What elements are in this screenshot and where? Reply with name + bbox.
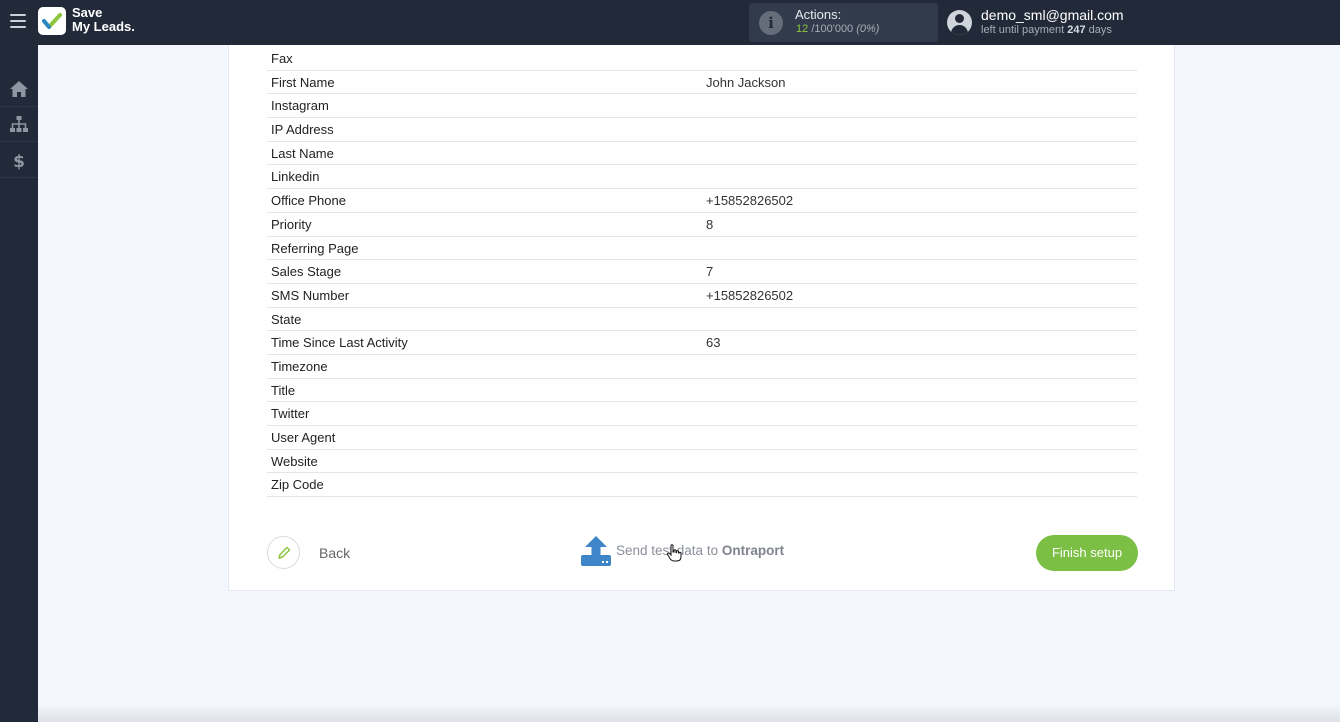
bottom-shadow (38, 705, 1340, 722)
payment-info: left until payment 247 days (981, 24, 1112, 36)
logo-line-1: Save (72, 5, 103, 20)
sidebar: $ (0, 45, 38, 722)
field-row: Priority 8 (267, 213, 1137, 237)
dollar-icon: $ (13, 152, 25, 171)
payment-days: 247 (1067, 24, 1086, 36)
field-row: State (267, 308, 1137, 332)
field-value: 7 (706, 264, 714, 280)
field-row: Zip Code (267, 473, 1137, 498)
field-label: Referring Page (271, 240, 359, 256)
field-value: +15852826502 (706, 287, 794, 303)
field-label: First Name (271, 74, 335, 90)
user-email[interactable]: demo_sml@gmail.com (981, 7, 1124, 23)
pencil-icon (278, 546, 291, 559)
field-row: SMS Number +15852826502 (267, 284, 1137, 308)
actions-percent: (0%) (856, 23, 880, 35)
menu-icon[interactable] (10, 14, 26, 30)
send-test-data-label: Send test data to Ontraport (616, 543, 784, 558)
field-label: Fax (271, 51, 293, 66)
field-row: Timezone (267, 355, 1137, 379)
info-icon: i (759, 11, 783, 35)
logo-line-2: My Leads. (72, 19, 135, 34)
field-row: Referring Page (267, 237, 1137, 261)
field-label: Time Since Last Activity (271, 335, 408, 351)
top-bar: Save My Leads. i Actions: 12 /100'000 (0… (0, 0, 1340, 45)
logo-text[interactable]: Save My Leads. (72, 6, 135, 34)
field-row: Twitter (267, 402, 1137, 426)
actions-count: 12 /100'000 (0%) (796, 23, 879, 35)
field-row: Sales Stage 7 (267, 260, 1137, 284)
field-value: John Jackson (706, 74, 786, 90)
field-label: Priority (271, 216, 312, 232)
hand-cursor-icon (666, 544, 682, 562)
logo-icon[interactable] (38, 7, 66, 35)
sidebar-item-home[interactable] (0, 72, 38, 107)
home-icon (10, 81, 28, 97)
back-circle[interactable] (267, 536, 300, 569)
finish-setup-button[interactable]: Finish setup (1036, 535, 1138, 571)
svg-text:$: $ (13, 152, 25, 171)
field-label: Website (271, 453, 318, 469)
send-test-data-button[interactable]: Send test data to Ontraport (580, 535, 810, 571)
field-row: Last Name (267, 142, 1137, 166)
payment-suffix: days (1088, 24, 1112, 36)
field-label: Sales Stage (271, 264, 342, 280)
upload-icon (581, 536, 611, 566)
sidebar-item-connections[interactable] (0, 107, 38, 142)
field-row: Office Phone +15852826502 (267, 189, 1137, 213)
send-target: Ontraport (721, 543, 785, 558)
field-value: 8 (706, 216, 714, 232)
payment-prefix: left until payment (981, 24, 1065, 36)
field-row: Website (267, 450, 1137, 474)
field-label: Instagram (271, 98, 329, 114)
field-label: User Agent (271, 430, 336, 445)
field-row: First Name John Jackson (267, 71, 1137, 95)
sidebar-item-billing[interactable]: $ (0, 143, 38, 178)
field-value: +15852826502 (706, 193, 794, 209)
field-row: Linkedin (267, 165, 1137, 190)
actions-limit: /100'000 (811, 23, 854, 35)
field-row: Title (267, 379, 1137, 403)
field-row: User Agent (267, 426, 1137, 450)
actions-label: Actions: (795, 7, 842, 22)
field-label: Title (271, 382, 296, 398)
back-button[interactable]: Back (267, 536, 351, 570)
field-label: SMS Number (271, 287, 350, 303)
field-label: State (271, 311, 302, 327)
field-row: Time Since Last Activity 63 (267, 331, 1137, 355)
field-label: Linkedin (271, 169, 320, 185)
test-data-panel: Fax First Name John Jackson Instagram IP Add… (228, 45, 1175, 591)
field-label: Office Phone (271, 193, 346, 209)
field-row: IP Address (267, 118, 1137, 142)
sitemap-icon (10, 116, 28, 132)
field-label: Last Name (271, 145, 334, 161)
field-label: Zip Code (271, 477, 324, 493)
field-row: Instagram (267, 94, 1137, 119)
field-label: IP Address (271, 122, 334, 138)
actions-used: 12 (796, 23, 809, 35)
user-avatar-icon[interactable] (947, 10, 972, 35)
back-label: Back (319, 545, 351, 561)
fields-table: Fax First Name John Jackson Instagram IP Add… (267, 47, 1137, 498)
field-row: Fax (267, 47, 1137, 71)
actions-counter: i Actions: 12 /100'000 (0%) (749, 3, 938, 42)
field-label: Timezone (271, 358, 328, 374)
field-label: Twitter (271, 406, 310, 422)
field-value: 63 (706, 335, 721, 351)
